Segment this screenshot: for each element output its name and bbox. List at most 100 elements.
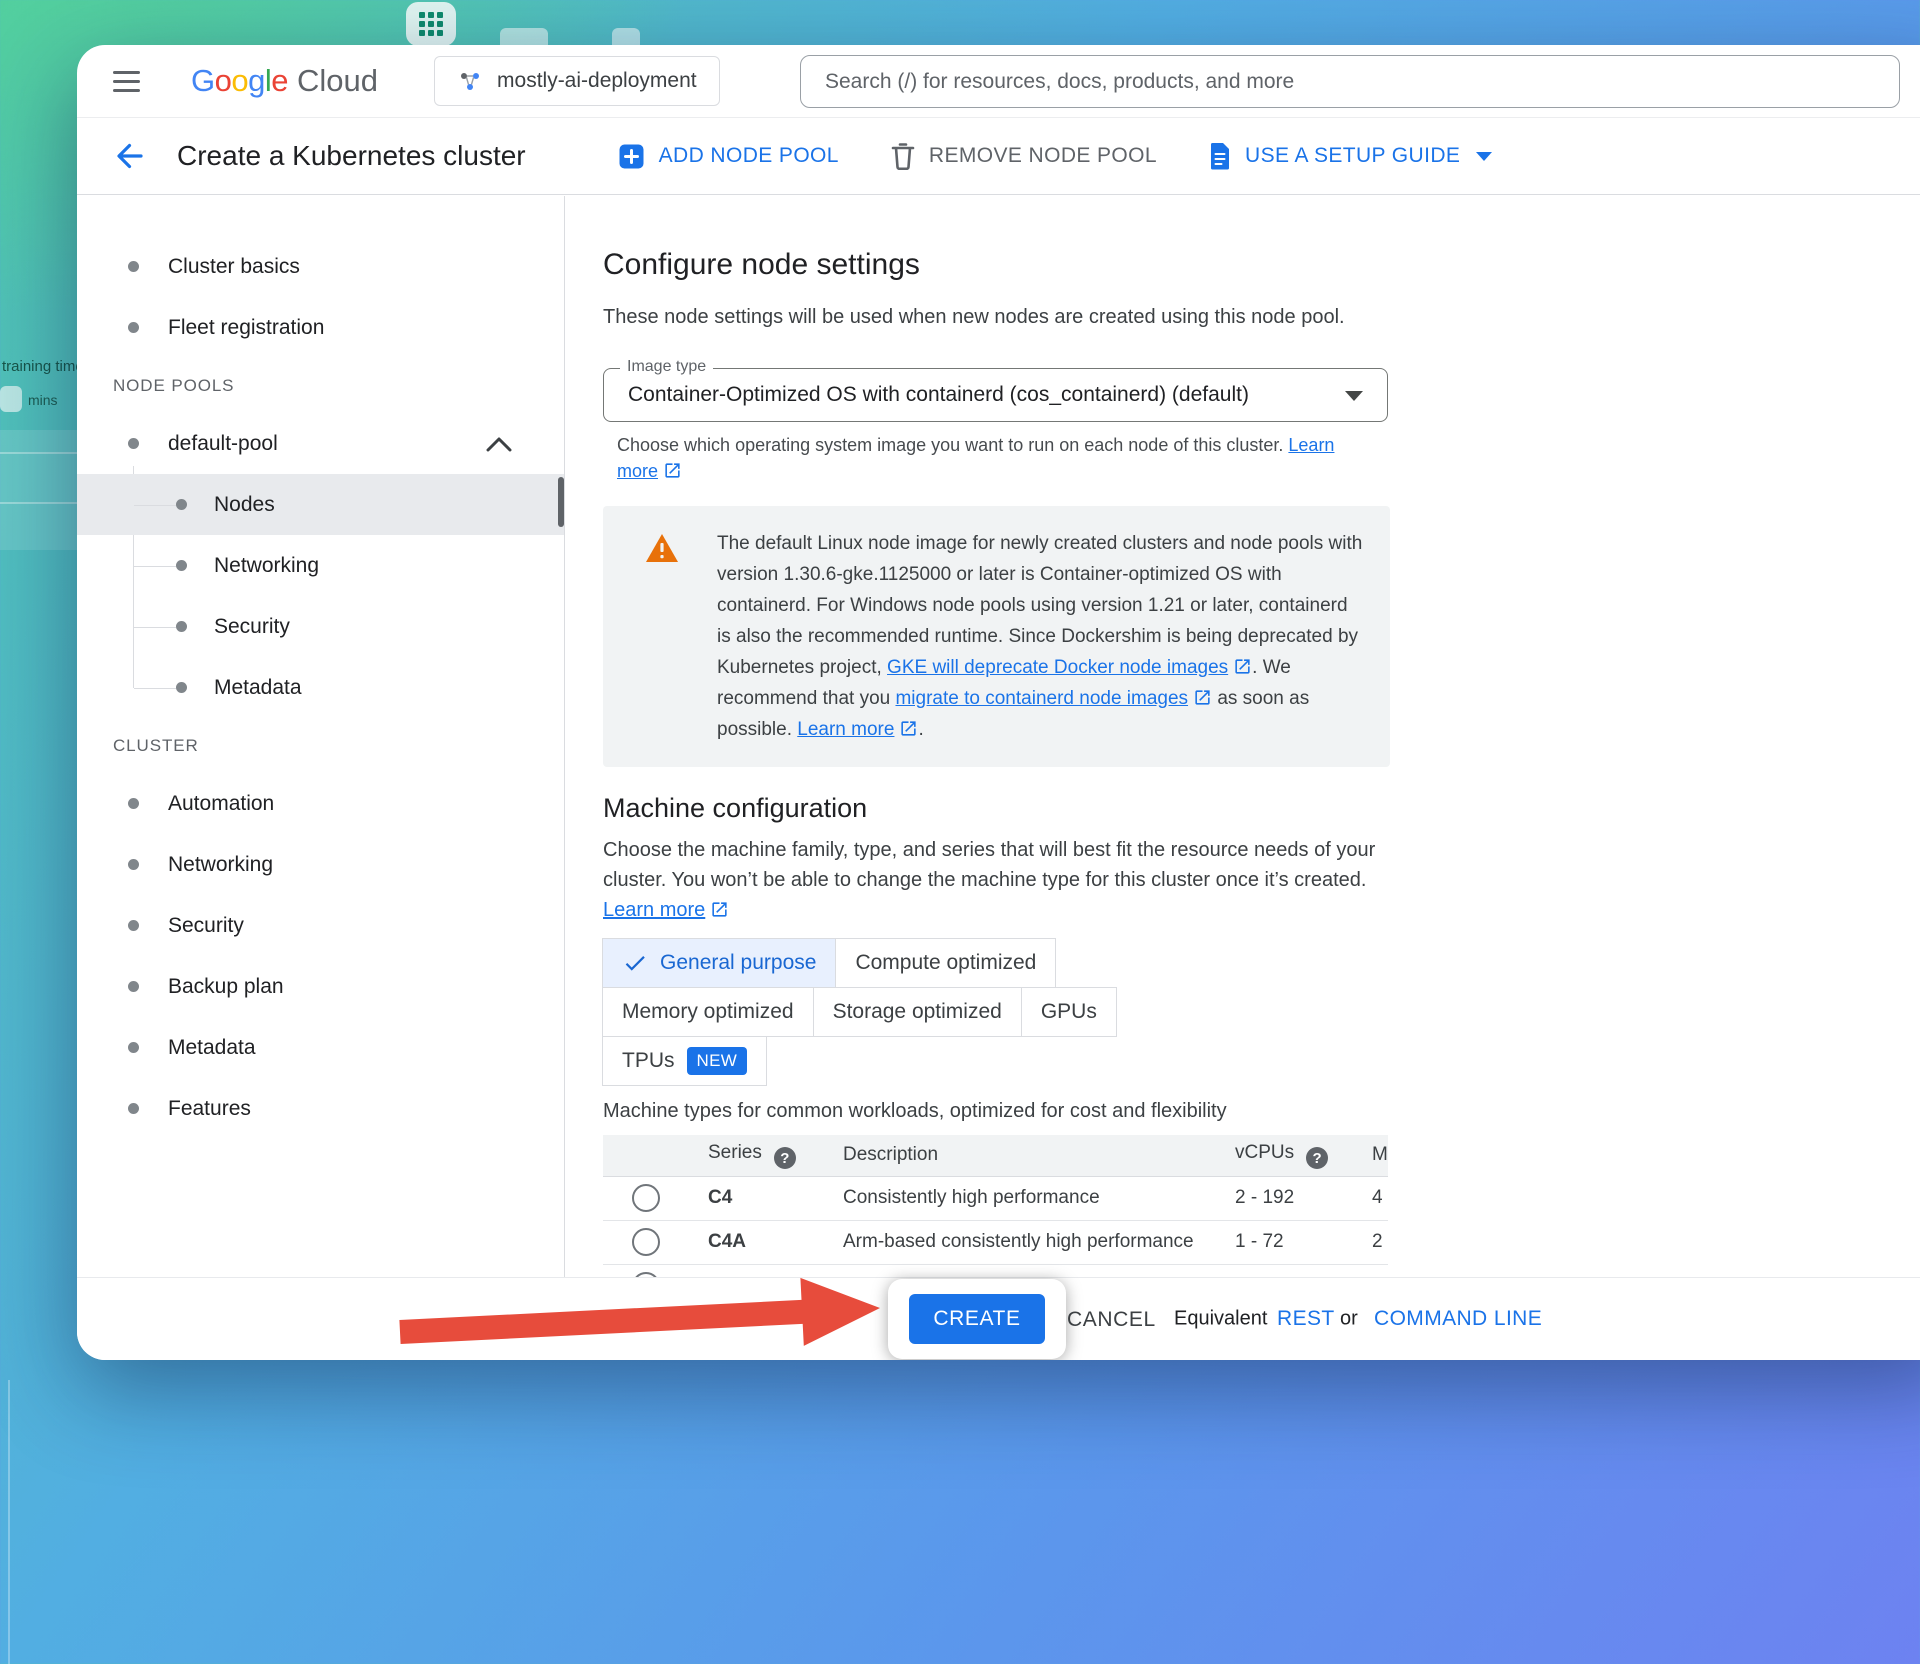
image-type-label: Image type [620,358,713,376]
console-window: Google Cloud mostly-ai-deployment Create… [77,45,1920,1360]
sidebar-section-node-pools: NODE POOLS [77,358,564,413]
add-node-pool-button[interactable]: ADD NODE POOL [618,143,839,170]
radio-button-c4a[interactable] [632,1228,660,1256]
page-header: Create a Kubernetes cluster ADD NODE POO… [77,118,1920,195]
search-input[interactable] [800,55,1900,108]
new-badge: NEW [687,1047,748,1075]
external-link-icon [1233,657,1252,676]
back-button[interactable] [103,130,155,182]
trash-icon [891,142,915,170]
warning-banner: The default Linux node image for newly c… [603,506,1390,767]
main-panel: Configure node settings These node setti… [566,196,1920,1277]
help-icon[interactable] [774,1147,796,1169]
sidebar-item-automation[interactable]: Automation [77,773,564,834]
sidebar-item-features[interactable]: Features [77,1078,564,1139]
sidebar-section-cluster: CLUSTER [77,718,564,773]
desktop: { "background": { "training_time": "trai… [0,0,1920,1664]
header-actions: ADD NODE POOL REMOVE NODE POOL USE A SET… [618,142,1493,170]
machine-family-tabs: General purpose Compute optimized Memory… [603,939,1227,1086]
warning-icon [645,533,679,745]
bullet-dot [128,920,139,931]
external-link-icon [1193,688,1212,707]
google-logo-word: Google [191,63,288,99]
project-icon [457,68,483,94]
table-row-c4[interactable]: C4 Consistently high performance 2 - 192… [603,1176,1388,1220]
section-title: Configure node settings [603,246,1920,284]
rest-link[interactable]: REST [1277,1307,1335,1331]
image-type-helper: Choose which operating system image you … [603,432,1365,484]
scrollbar-thumb[interactable] [558,477,564,527]
tab-memory-optimized[interactable]: Memory optimized [602,987,814,1037]
bullet-dot [128,859,139,870]
sidebar-item-cluster-basics[interactable]: Cluster basics [77,236,564,297]
project-selector[interactable]: mostly-ai-deployment [434,56,720,106]
tab-compute-optimized[interactable]: Compute optimized [835,938,1056,988]
sidebar-subitem-networking[interactable]: Networking [77,535,564,596]
sidebar-subitem-security[interactable]: Security [77,596,564,657]
background-fragment [500,28,548,45]
hamburger-icon [113,71,140,74]
sidebar-subitem-metadata[interactable]: Metadata [77,657,564,718]
create-button[interactable]: CREATE [909,1294,1044,1344]
menu-button[interactable] [113,58,159,104]
machine-config-title: Machine configuration [603,791,1920,825]
background-fragment [612,28,640,45]
sidebar-item-metadata[interactable]: Metadata [77,1017,564,1078]
background-text-training-time: training time [2,358,84,375]
learn-more-link[interactable]: Learn more [603,899,729,921]
bullet-dot [176,682,187,693]
machine-series-table: Series Description vCPUs M C4 Consistent… [603,1135,1388,1277]
remove-node-pool-button[interactable]: REMOVE NODE POOL [891,142,1157,170]
sidebar-subitem-nodes[interactable]: Nodes [77,474,564,535]
tab-tpus[interactable]: TPUs NEW [602,1036,767,1086]
migrate-containerd-link[interactable]: migrate to containerd node images [895,688,1212,709]
bullet-dot [128,798,139,809]
table-row-c4a[interactable]: C4A Arm-based consistently high performa… [603,1220,1388,1264]
sidebar-item-default-pool[interactable]: default-pool [77,413,564,474]
default-pool-subitems: Nodes Networking Security Metadata [77,474,564,718]
deprecate-docker-link[interactable]: GKE will deprecate Docker node images [887,657,1252,678]
sidebar: Cluster basics Fleet registration NODE P… [77,196,565,1277]
background-fragment [0,452,77,454]
cancel-button[interactable]: CANCEL [1067,1278,1156,1360]
sidebar-item-backup-plan[interactable]: Backup plan [77,956,564,1017]
page-title: Create a Kubernetes cluster [177,140,526,172]
sidebar-item-security[interactable]: Security [77,895,564,956]
command-line-link[interactable]: COMMAND LINE [1374,1307,1542,1331]
search-bar [800,55,1900,108]
warning-text: The default Linux node image for newly c… [717,528,1364,745]
machine-types-note: Machine types for common workloads, opti… [603,1100,1920,1123]
help-icon[interactable] [1306,1147,1328,1169]
sidebar-item-fleet-registration[interactable]: Fleet registration [77,297,564,358]
bullet-dot [128,322,139,333]
radio-button-c4[interactable] [632,1184,660,1212]
bullet-dot [176,499,187,510]
or-label: or [1340,1308,1358,1331]
sidebar-item-networking[interactable]: Networking [77,834,564,895]
chevron-down-icon [1476,152,1492,161]
learn-more-link[interactable]: Learn more [797,719,918,740]
image-type-select[interactable]: Image type Container-Optimized OS with c… [603,368,1388,422]
background-text-mins: mins [28,392,58,408]
bullet-dot [176,560,187,571]
background-fragment [0,502,77,504]
tab-gpus[interactable]: GPUs [1021,987,1117,1037]
check-icon [622,950,648,976]
bullet-dot [128,981,139,992]
arrow-back-icon [112,139,146,173]
col-radio [603,1135,693,1176]
table-row-n4[interactable]: N4 Flexible & cost-optimized 2 - 80 4 [603,1264,1388,1277]
chevron-up-icon[interactable] [486,436,512,452]
background-fragment [0,430,77,550]
bullet-dot [128,1042,139,1053]
create-button-highlight: CREATE [888,1279,1066,1359]
external-link-icon [710,900,729,919]
tab-storage-optimized[interactable]: Storage optimized [813,987,1022,1037]
cloud-logo-word: Cloud [297,63,378,99]
col-vcpus: vCPUs [1235,1135,1372,1176]
dropdown-caret-icon [1345,391,1363,401]
use-setup-guide-button[interactable]: USE A SETUP GUIDE [1209,142,1492,170]
tab-general-purpose[interactable]: General purpose [602,938,836,988]
background-app-chip [406,2,456,46]
external-link-icon [663,461,682,480]
